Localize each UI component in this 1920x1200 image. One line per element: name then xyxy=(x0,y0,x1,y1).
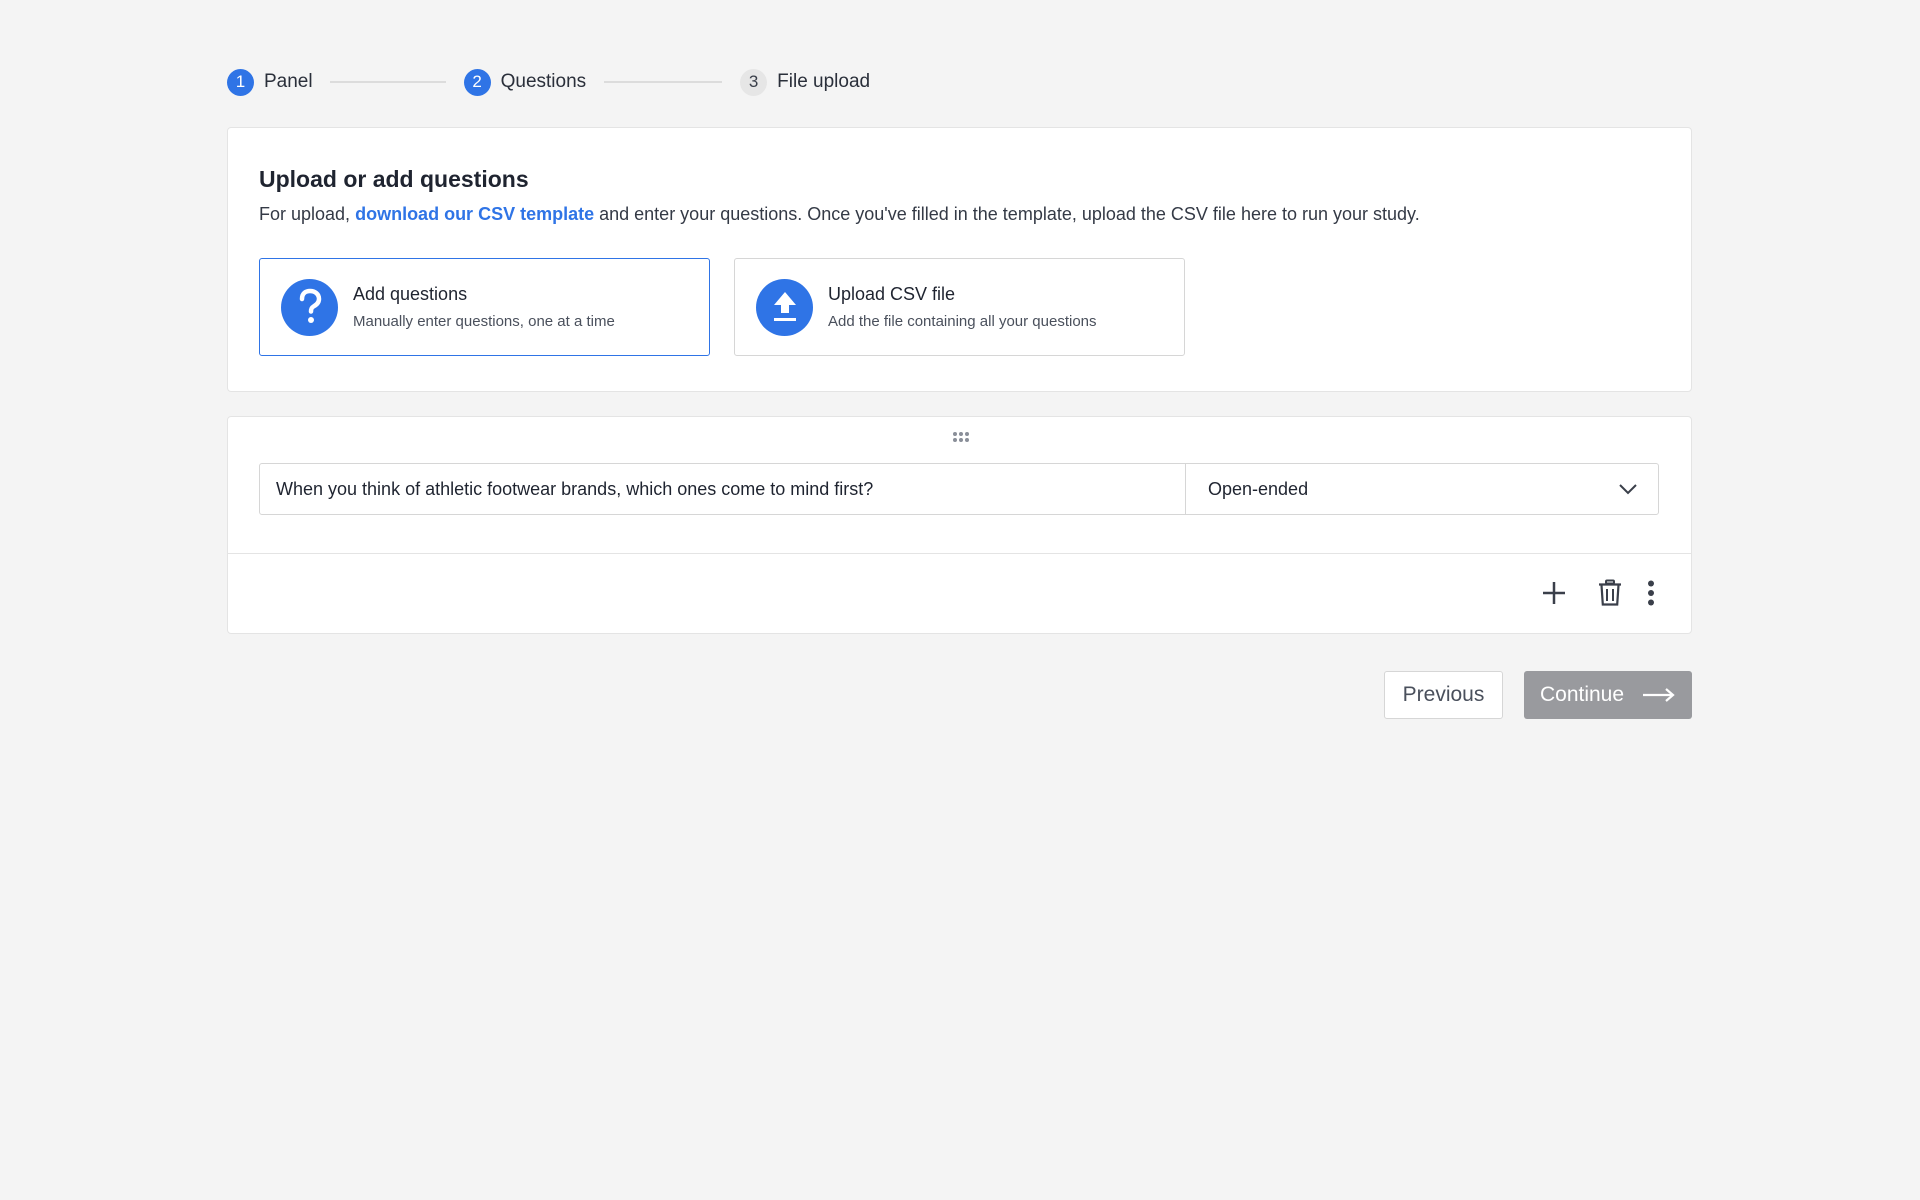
step-label: Panel xyxy=(264,71,313,92)
step-number: 2 xyxy=(463,68,491,96)
question-row: Open-ended xyxy=(259,463,1659,515)
step-connector xyxy=(604,81,723,83)
arrow-right-icon xyxy=(1643,688,1675,702)
question-input[interactable] xyxy=(260,464,1186,514)
upload-icon xyxy=(756,278,813,336)
trash-icon xyxy=(1599,579,1621,606)
continue-button[interactable]: Continue xyxy=(1524,671,1692,719)
delete-question-button[interactable] xyxy=(1595,578,1625,608)
question-actions xyxy=(1539,578,1657,608)
description-suffix: and enter your questions. Once you've fi… xyxy=(599,204,1420,224)
add-questions-option[interactable]: Add questions Manually enter questions, … xyxy=(259,258,710,356)
step-file-upload[interactable]: 3 File upload xyxy=(740,68,871,96)
step-number: 1 xyxy=(227,68,254,96)
more-options-button[interactable] xyxy=(1645,578,1657,608)
chevron-down-icon xyxy=(1619,484,1637,495)
drag-handle-icon[interactable] xyxy=(951,430,971,442)
upload-or-add-card: Upload or add questions For upload, down… xyxy=(227,127,1692,392)
plus-icon xyxy=(1543,582,1565,604)
continue-label: Continue xyxy=(1539,683,1625,706)
question-type-value: Open-ended xyxy=(1208,478,1309,499)
card-title: Upload or add questions xyxy=(259,166,529,192)
step-label: File upload xyxy=(777,71,871,92)
option-subtitle: Manually enter questions, one at a time xyxy=(353,313,615,330)
step-label: Questions xyxy=(500,71,587,92)
previous-button[interactable]: Previous xyxy=(1384,671,1503,719)
add-question-button[interactable] xyxy=(1539,578,1569,608)
option-subtitle: Add the file containing all your questio… xyxy=(828,313,1097,330)
download-csv-template-link[interactable]: download our CSV template xyxy=(355,204,594,224)
step-connector xyxy=(329,81,446,83)
step-panel[interactable]: 1 Panel xyxy=(227,68,313,96)
card-divider xyxy=(228,553,1691,554)
more-vertical-icon xyxy=(1648,580,1654,606)
step-questions[interactable]: 2 Questions xyxy=(463,68,587,96)
question-card: Open-ended xyxy=(227,416,1692,634)
description-prefix: For upload, xyxy=(259,204,351,224)
question-type-select[interactable]: Open-ended xyxy=(1186,464,1658,514)
step-number: 3 xyxy=(740,68,768,96)
option-title: Add questions xyxy=(353,284,468,304)
option-title: Upload CSV file xyxy=(828,284,956,304)
question-icon xyxy=(281,278,338,336)
card-description: For upload, download our CSV template an… xyxy=(259,204,1420,225)
upload-csv-option[interactable]: Upload CSV file Add the file containing … xyxy=(734,258,1185,356)
stepper: 1 Panel 2 Questions 3 File upload xyxy=(227,67,870,97)
